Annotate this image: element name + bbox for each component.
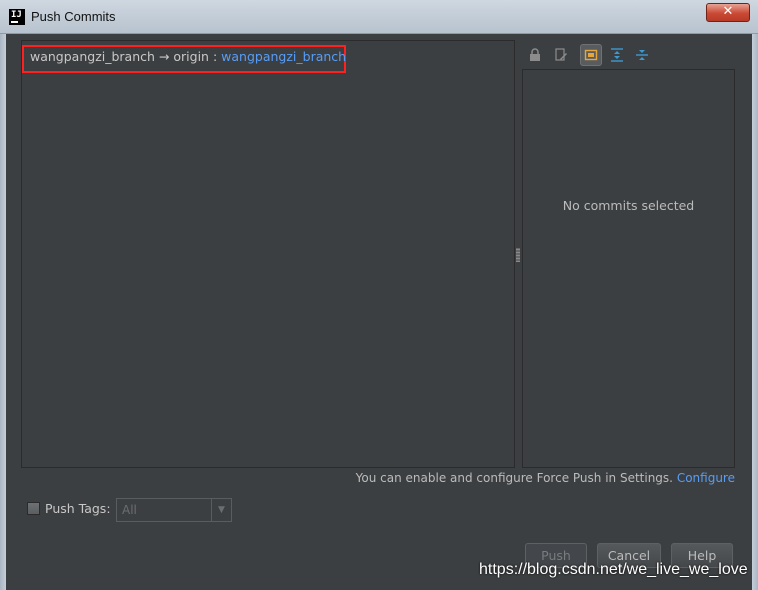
local-branch-name: wangpangzi_branch — [30, 49, 155, 64]
preview-details-icon[interactable] — [580, 44, 602, 66]
tags-select-value: All — [122, 503, 137, 517]
arrow-right-icon: → — [158, 49, 170, 64]
force-push-text: You can enable and configure Force Push … — [355, 471, 673, 485]
collapse-all-icon[interactable] — [631, 44, 653, 66]
remote-name: origin — [173, 49, 209, 64]
push-tags-option[interactable]: Push Tags: — [27, 501, 111, 519]
panel-splitter-handle[interactable] — [516, 248, 520, 262]
tags-select[interactable]: All ▼ — [116, 498, 232, 522]
window-frame-left — [0, 34, 6, 590]
chevron-down-icon[interactable]: ▼ — [211, 499, 231, 521]
empty-details-text: No commits selected — [562, 198, 695, 213]
details-toolbar — [524, 42, 734, 66]
title-bar: IJ Push Commits ✕ — [0, 0, 758, 34]
configure-link[interactable]: Configure — [677, 471, 735, 485]
commit-details-panel: No commits selected — [522, 69, 735, 468]
push-tree-panel: wangpangzi_branch → origin : wangpangzi_… — [21, 40, 515, 468]
push-tags-label[interactable]: Push Tags: — [45, 501, 111, 516]
remote-branch-name[interactable]: wangpangzi_branch — [221, 49, 346, 64]
window-title: Push Commits — [31, 9, 116, 24]
intellij-logo-icon: IJ — [9, 9, 25, 25]
watermark-text: https://blog.csdn.net/we_live_we_love — [479, 561, 748, 578]
expand-all-icon[interactable] — [606, 44, 628, 66]
edit-source-icon[interactable] — [550, 44, 572, 66]
push-tags-checkbox[interactable] — [27, 502, 40, 515]
force-push-hint: You can enable and configure Force Push … — [356, 471, 735, 485]
branch-push-row[interactable]: wangpangzi_branch → origin : wangpangzi_… — [22, 45, 346, 73]
close-button[interactable]: ✕ — [706, 3, 750, 22]
branch-separator: : — [212, 49, 218, 64]
lock-icon[interactable] — [524, 44, 546, 66]
window-frame-right — [752, 34, 758, 590]
